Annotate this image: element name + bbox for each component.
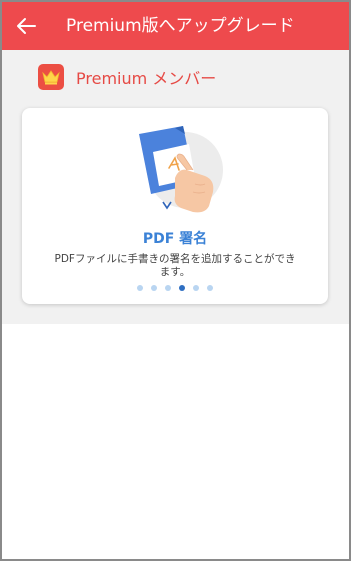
feature-carousel-card[interactable]: PDF 署名 PDFファイルに手書きの署名を追加することができます。 — [22, 108, 328, 304]
crown-icon — [42, 70, 60, 85]
carousel-dot[interactable] — [193, 285, 199, 291]
feature-description: PDFファイルに手書きの署名を追加することができます。 — [54, 253, 296, 278]
carousel-dot[interactable] — [151, 285, 157, 291]
crown-badge — [38, 64, 64, 90]
carousel-dot[interactable] — [165, 285, 171, 291]
pdf-signature-illustration — [139, 126, 223, 213]
carousel-dot[interactable] — [137, 285, 143, 291]
feature-title: PDF 署名 — [142, 231, 208, 247]
page-title: Premium版へアップグレード — [66, 16, 295, 36]
premium-content: Premium メンバー PDF 署名 PDFファイルに手書きの署名を追加するこ… — [2, 50, 349, 324]
app-bar: Premium版へアップグレード — [2, 2, 349, 50]
screen-frame: Premium版へアップグレード Premium メンバー PDF 署名 PDF… — [0, 0, 351, 561]
premium-member-row: Premium メンバー — [38, 64, 216, 90]
carousel-dot[interactable] — [207, 285, 213, 291]
carousel-indicator — [22, 285, 328, 291]
arrow-left-icon — [17, 18, 36, 34]
carousel-dot-active[interactable] — [179, 285, 185, 291]
premium-member-label: Premium メンバー — [76, 69, 217, 88]
back-button[interactable] — [8, 8, 44, 44]
